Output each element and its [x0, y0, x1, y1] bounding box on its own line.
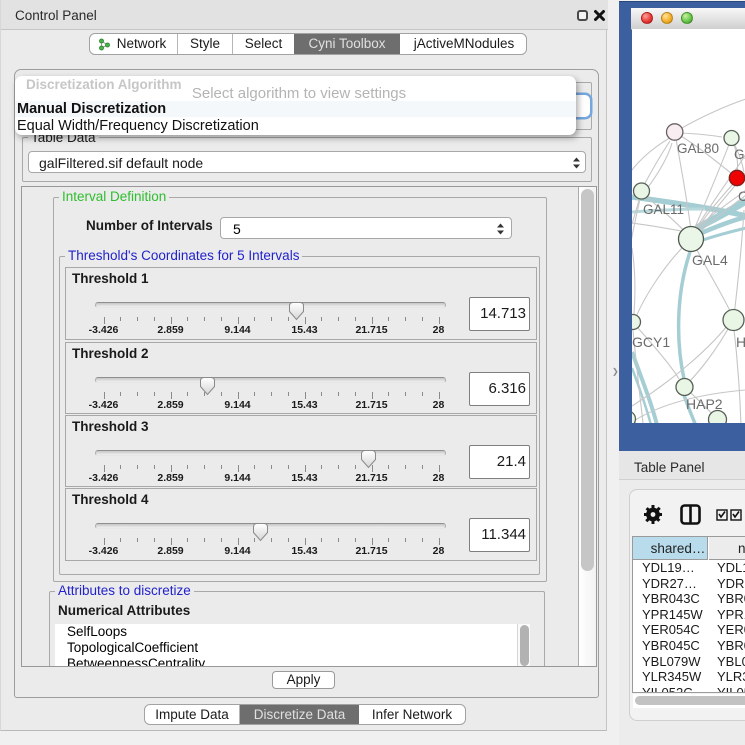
svg-text:GAL80: GAL80 [677, 141, 719, 156]
svg-text:HAP2: HAP2 [686, 396, 723, 412]
svg-text:CD: CD [738, 189, 745, 204]
svg-text:GA: GA [734, 147, 745, 162]
svg-text:GCY1: GCY1 [632, 334, 670, 350]
svg-text:GAL4: GAL4 [692, 252, 728, 268]
svg-text:H: H [736, 334, 745, 350]
svg-text:GAL11: GAL11 [643, 202, 684, 217]
